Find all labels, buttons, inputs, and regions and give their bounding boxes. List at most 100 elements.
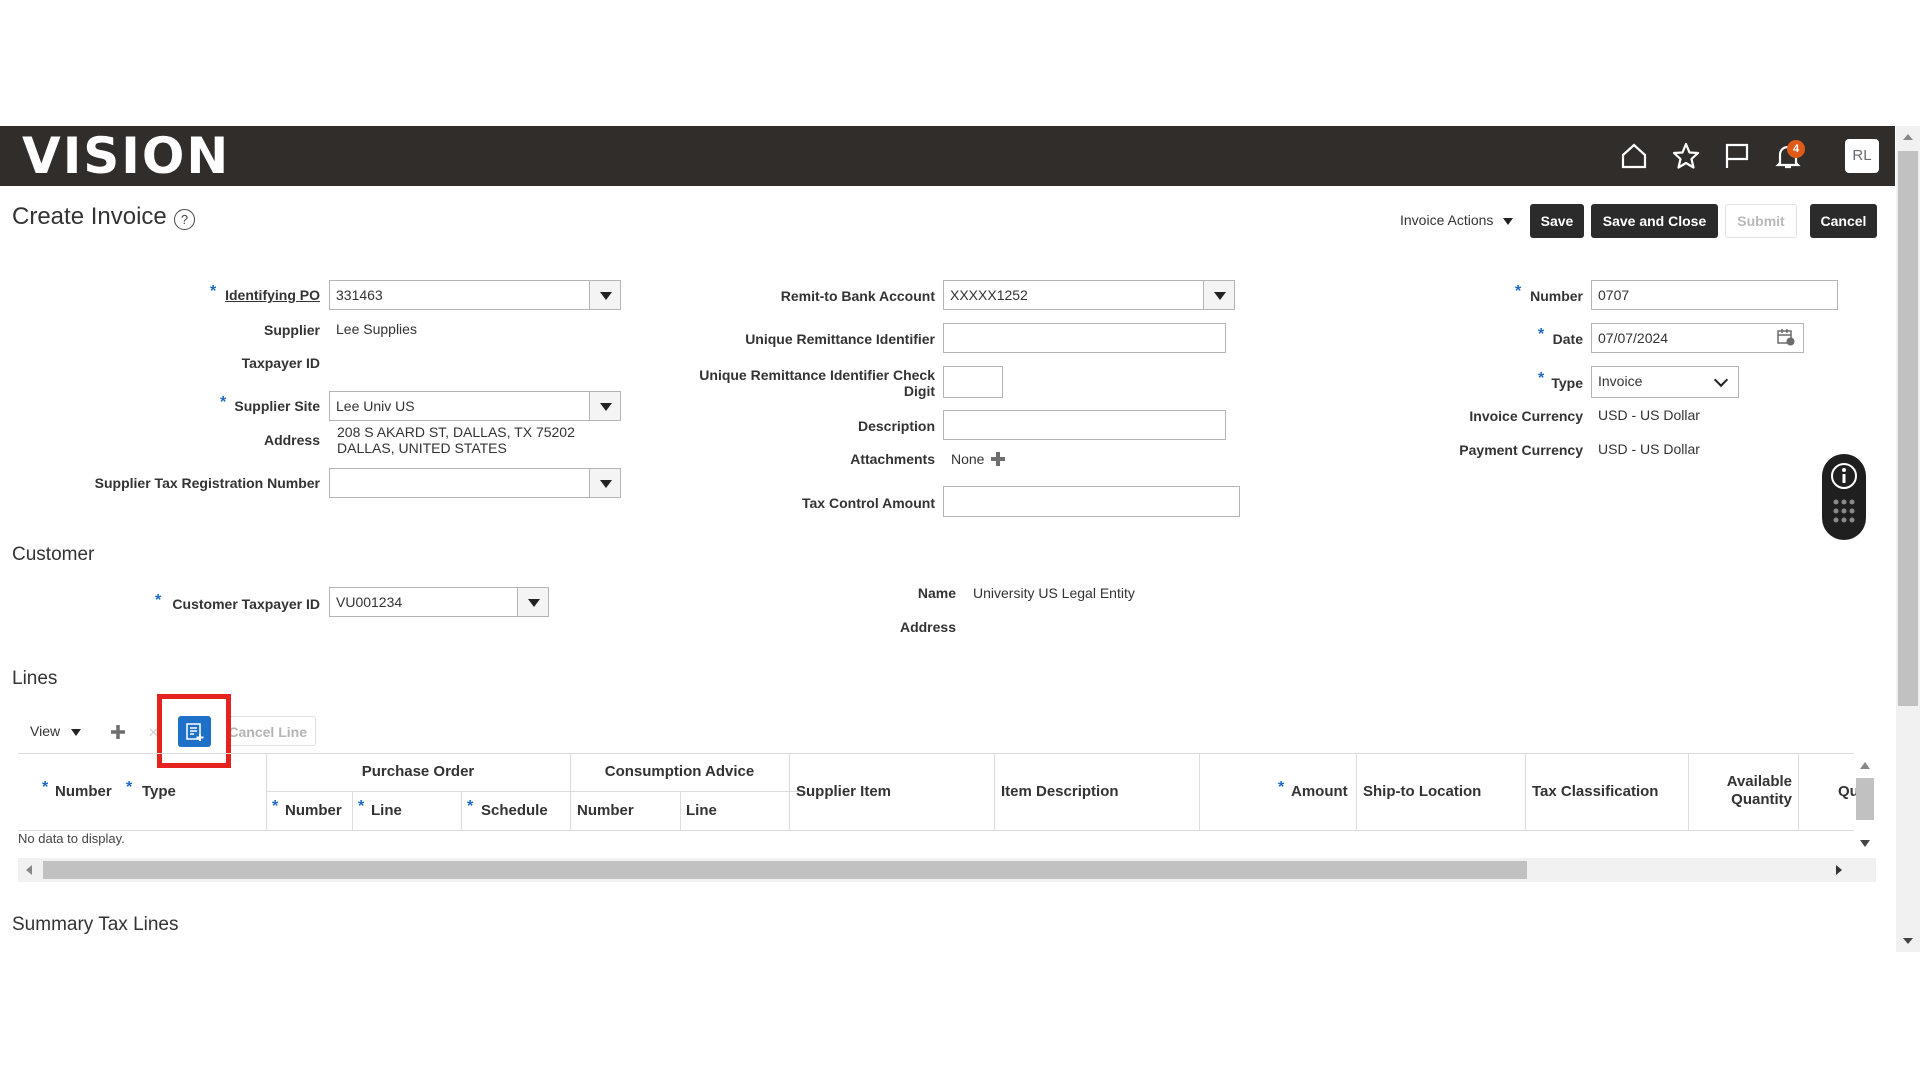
flag-icon[interactable] xyxy=(1721,140,1753,172)
col-number-header[interactable]: Number xyxy=(55,783,112,800)
table-border xyxy=(266,791,806,792)
identifying-po-label: Identifying PO xyxy=(225,287,320,303)
address-line-2: DALLAS, UNITED STATES xyxy=(337,440,507,456)
col-group-consumption-advice: Consumption Advice xyxy=(604,763,755,780)
customer-name-value: University US Legal Entity xyxy=(973,585,1135,601)
type-select[interactable]: Invoice xyxy=(1591,366,1739,398)
required-indicator: * xyxy=(467,798,474,815)
table-border xyxy=(680,791,681,830)
required-indicator: * xyxy=(272,798,279,815)
col-available-qty-header-1[interactable]: Available xyxy=(1688,773,1792,790)
identifying-po-dropdown-button[interactable] xyxy=(589,280,621,310)
required-indicator: * xyxy=(126,779,133,796)
scroll-up-icon[interactable] xyxy=(1860,762,1870,769)
guided-help-widget[interactable] xyxy=(1822,454,1866,540)
scroll-down-icon[interactable] xyxy=(1903,938,1913,944)
add-attachment-icon[interactable] xyxy=(990,451,1006,467)
taxpayer-id-label: Taxpayer ID xyxy=(241,355,320,371)
star-icon[interactable] xyxy=(1670,140,1702,172)
home-icon[interactable] xyxy=(1618,140,1650,172)
table-border xyxy=(18,830,1854,831)
table-border xyxy=(789,753,790,830)
chevron-down-icon xyxy=(1503,217,1514,225)
scrollbar-thumb[interactable] xyxy=(1898,151,1918,706)
save-and-close-button[interactable]: Save and Close xyxy=(1591,204,1718,238)
add-row-icon[interactable] xyxy=(110,724,126,740)
invoice-number-input[interactable]: 0707 xyxy=(1591,280,1838,310)
save-button[interactable]: Save xyxy=(1530,204,1584,238)
customer-taxpayer-dropdown-button[interactable] xyxy=(517,587,549,617)
col-group-purchase-order: Purchase Order xyxy=(361,763,475,780)
info-icon[interactable] xyxy=(1830,462,1858,490)
page-title: Create Invoice xyxy=(12,203,167,230)
type-select-value: Invoice xyxy=(1598,373,1643,389)
table-border xyxy=(1525,753,1526,830)
address-line-1: 208 S AKARD ST, DALLAS, TX 75202 xyxy=(337,424,575,440)
invoice-actions-menu[interactable]: Invoice Actions xyxy=(1400,212,1514,228)
supplier-tax-reg-dropdown-button[interactable] xyxy=(589,468,621,498)
table-border xyxy=(352,791,353,830)
tax-control-label: Tax Control Amount xyxy=(802,495,935,511)
keypad-icon[interactable] xyxy=(1832,498,1856,528)
date-input[interactable]: 07/07/2024 xyxy=(1591,323,1804,353)
table-border xyxy=(461,791,462,830)
table-vertical-scrollbar[interactable] xyxy=(1856,758,1874,850)
cancel-button[interactable]: Cancel xyxy=(1810,204,1877,238)
scroll-up-icon[interactable] xyxy=(1903,134,1913,140)
supplier-tax-reg-input[interactable] xyxy=(329,468,591,498)
unique-remit-check-input[interactable] xyxy=(943,366,1003,398)
number-label: Number xyxy=(1530,288,1583,304)
col-tax-class-header[interactable]: Tax Classification xyxy=(1532,783,1658,800)
supplier-label: Supplier xyxy=(263,322,320,338)
table-border xyxy=(1199,753,1200,830)
scroll-left-icon[interactable] xyxy=(26,865,32,875)
cancel-line-button[interactable]: Cancel Line xyxy=(216,716,316,746)
user-avatar[interactable]: RL xyxy=(1845,139,1879,173)
page-vertical-scrollbar[interactable] xyxy=(1896,126,1920,952)
col-ship-to-header[interactable]: Ship-to Location xyxy=(1363,783,1481,800)
submit-button[interactable]: Submit xyxy=(1725,204,1797,238)
help-icon[interactable]: ? xyxy=(174,209,195,230)
col-po-number-header[interactable]: Number xyxy=(285,802,342,819)
customer-taxpayer-label: Customer Taxpayer ID xyxy=(172,596,320,612)
required-indicator: * xyxy=(42,779,49,796)
description-input[interactable] xyxy=(943,410,1226,440)
invoice-actions-label: Invoice Actions xyxy=(1400,212,1494,228)
supplier-site-input[interactable]: Lee Univ US xyxy=(329,391,591,421)
global-header xyxy=(0,126,1895,186)
table-border xyxy=(18,753,1854,754)
view-menu[interactable]: View xyxy=(30,723,81,739)
summary-tax-section-title: Summary Tax Lines xyxy=(12,914,179,935)
remit-bank-input[interactable]: XXXXX1252 xyxy=(943,280,1205,310)
customer-taxpayer-input[interactable]: VU001234 xyxy=(329,587,519,617)
customer-name-label: Name xyxy=(917,585,956,601)
add-lines-from-po-button[interactable] xyxy=(178,716,211,747)
calendar-icon[interactable] xyxy=(1776,327,1796,347)
document-add-icon xyxy=(185,722,205,742)
col-type-header[interactable]: Type xyxy=(142,783,176,800)
col-po-line-header[interactable]: Line xyxy=(371,802,402,819)
tax-control-input[interactable] xyxy=(943,486,1240,517)
col-ca-line-header[interactable]: Line xyxy=(686,802,717,819)
col-ca-number-header[interactable]: Number xyxy=(577,802,634,819)
scrollbar-thumb[interactable] xyxy=(43,861,1527,879)
table-horizontal-scrollbar[interactable] xyxy=(18,858,1876,882)
col-available-qty-header-2[interactable]: Quantity xyxy=(1688,791,1792,808)
remit-bank-dropdown-button[interactable] xyxy=(1203,280,1235,310)
col-supplier-item-header[interactable]: Supplier Item xyxy=(796,783,891,800)
col-amount-header[interactable]: Amount xyxy=(1291,783,1348,800)
scroll-down-icon[interactable] xyxy=(1860,840,1870,847)
attachments-label: Attachments xyxy=(850,451,935,467)
identifying-po-input[interactable]: 331463 xyxy=(329,280,591,310)
type-label: Type xyxy=(1551,375,1583,391)
supplier-site-dropdown-button[interactable] xyxy=(589,391,621,421)
unique-remit-input[interactable] xyxy=(943,323,1226,353)
col-item-description-header[interactable]: Item Description xyxy=(1001,783,1119,800)
unique-remit-check-label-1: Unique Remittance Identifier Check xyxy=(699,367,935,383)
app-logo[interactable]: VISION xyxy=(22,126,230,186)
scrollbar-thumb[interactable] xyxy=(1856,778,1874,820)
col-po-schedule-header[interactable]: Schedule xyxy=(481,802,548,819)
date-label: Date xyxy=(1552,331,1583,347)
scroll-right-icon[interactable] xyxy=(1836,865,1842,875)
remit-bank-label: Remit-to Bank Account xyxy=(780,288,935,304)
